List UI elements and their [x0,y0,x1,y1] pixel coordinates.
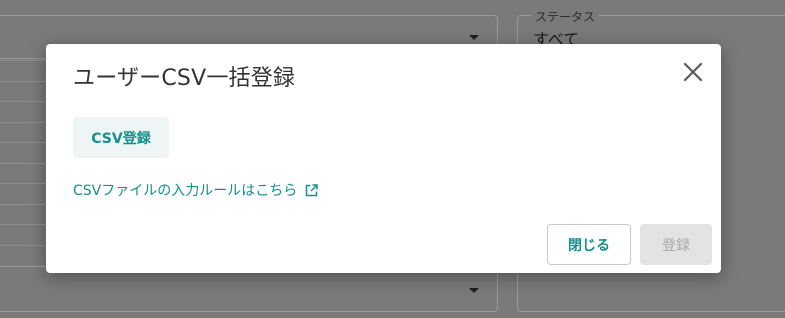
csv-register-button[interactable]: CSV登録 [73,117,169,158]
dialog-title: ユーザーCSV一括登録 [73,66,296,91]
status-filter-label: ステータス [531,8,600,25]
csv-import-dialog: ユーザーCSV一括登録 CSV登録 CSVファイルの入力ルールはこちら 閉じる … [46,44,721,273]
page: ステータス すべて ユーザーCSV一括登録 CSV登録 CSVファイルの入力ルー… [0,0,785,318]
csv-rule-link-label: CSVファイルの入力ルールはこちら [73,183,298,199]
close-icon[interactable] [682,61,704,83]
submit-button[interactable]: 登録 [640,224,712,265]
external-link-icon [305,183,318,197]
chevron-down-icon [469,288,479,293]
chevron-down-icon [469,35,479,40]
close-button[interactable]: 閉じる [547,224,631,265]
csv-rule-link[interactable]: CSVファイルの入力ルールはこちら [73,180,318,200]
